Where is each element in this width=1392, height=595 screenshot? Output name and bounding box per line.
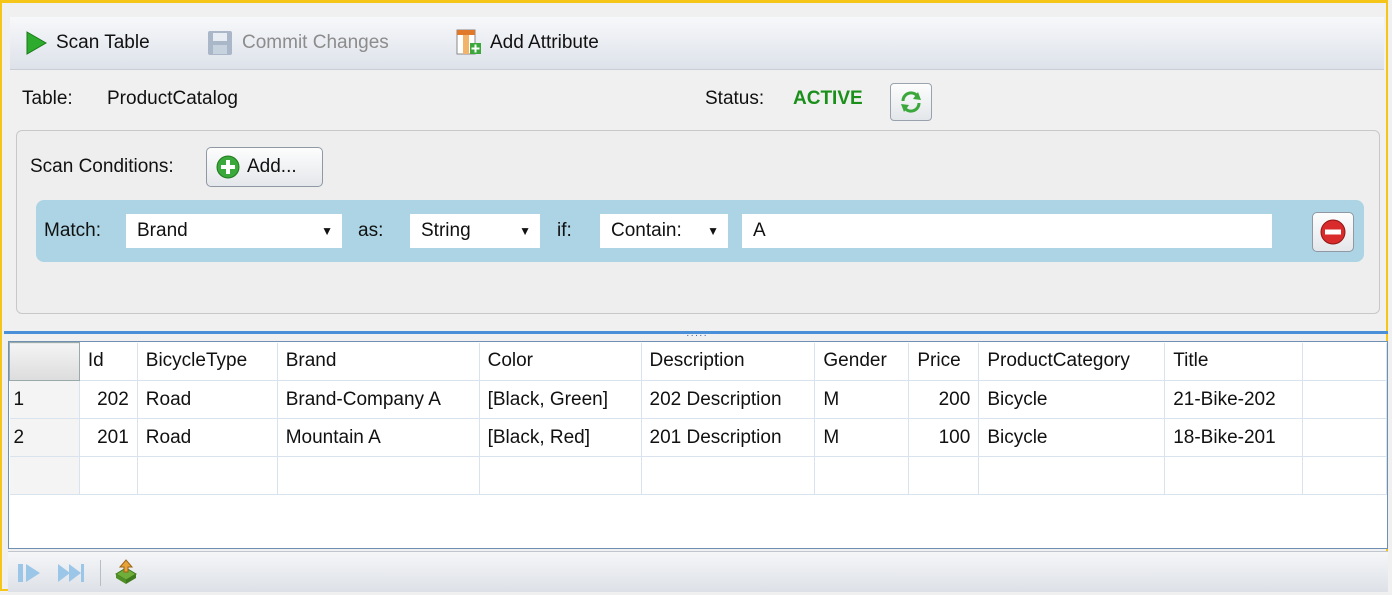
cell-gender[interactable]: M	[814, 380, 910, 419]
cell-gender[interactable]: M	[814, 418, 910, 457]
new-row-cell[interactable]	[479, 456, 642, 495]
fast-forward-icon[interactable]	[56, 562, 86, 584]
scan-table-button[interactable]: Scan Table	[24, 27, 150, 59]
commit-changes-label: Commit Changes	[242, 32, 389, 53]
table-name: ProductCatalog	[107, 88, 238, 109]
cell-description[interactable]: 202 Description	[641, 380, 816, 419]
refresh-icon	[901, 91, 921, 113]
table-row[interactable]: 1 202 Road Brand-Company A [Black, Green…	[9, 380, 1387, 419]
row-number[interactable]: 2	[9, 418, 80, 457]
chevron-down-icon: ▼	[519, 224, 531, 238]
toolbar: Scan Table Commit Changes Add Attribute	[10, 17, 1384, 70]
new-row-cell[interactable]	[978, 456, 1166, 495]
new-row-cell[interactable]	[641, 456, 816, 495]
status-value: ACTIVE	[793, 88, 863, 109]
select-all-corner[interactable]	[9, 342, 80, 381]
cell-filler	[1302, 456, 1387, 495]
column-header[interactable]: Gender	[814, 342, 910, 381]
row-number[interactable]	[9, 456, 80, 495]
save-icon	[208, 31, 232, 55]
new-row-cell[interactable]	[814, 456, 910, 495]
chevron-down-icon: ▼	[321, 224, 333, 238]
match-attribute-value: Brand	[137, 220, 188, 241]
export-icon[interactable]	[112, 558, 140, 586]
add-attribute-label: Add Attribute	[490, 32, 599, 53]
type-value: String	[421, 220, 471, 241]
scan-table-label: Scan Table	[56, 32, 150, 53]
paging-bar	[8, 551, 1388, 592]
new-row-cell[interactable]	[137, 456, 278, 495]
operator-value: Contain:	[611, 220, 682, 241]
cell-bicycletype[interactable]: Road	[137, 418, 278, 457]
toolbar-separator	[100, 560, 101, 586]
cell-price[interactable]: 200	[908, 380, 980, 419]
match-label: Match:	[44, 220, 102, 241]
refresh-button[interactable]	[890, 83, 932, 121]
main-window: Scan Table Commit Changes Add Attribute …	[0, 0, 1388, 592]
cell-price[interactable]: 100	[908, 418, 980, 457]
plus-circle-icon	[216, 155, 240, 179]
next-icon[interactable]	[16, 562, 42, 584]
new-row[interactable]	[9, 456, 1387, 495]
as-label: as:	[358, 220, 384, 241]
cell-title[interactable]: 18-Bike-201	[1164, 418, 1304, 457]
remove-condition-button[interactable]	[1312, 212, 1354, 252]
table-label: Table:	[22, 88, 73, 109]
status-label: Status:	[705, 88, 765, 109]
cell-productcategory[interactable]: Bicycle	[978, 380, 1166, 419]
add-condition-button[interactable]: Add...	[206, 147, 323, 187]
scan-conditions-label: Scan Conditions:	[30, 156, 174, 177]
cell-filler	[1302, 380, 1387, 419]
table-row[interactable]: 2 201 Road Mountain A [Black, Red] 201 D…	[9, 418, 1387, 457]
cell-productcategory[interactable]: Bicycle	[978, 418, 1166, 457]
play-icon	[26, 31, 47, 55]
column-header-filler	[1302, 342, 1387, 381]
chevron-down-icon: ▼	[707, 224, 719, 238]
cell-description[interactable]: 201 Description	[641, 418, 816, 457]
add-column-icon	[456, 29, 481, 55]
add-attribute-button[interactable]: Add Attribute	[456, 27, 599, 59]
column-header[interactable]: ProductCategory	[978, 342, 1166, 381]
column-header[interactable]: Description	[641, 342, 816, 381]
cell-color[interactable]: [Black, Green]	[479, 380, 642, 419]
results-grid: Id BicycleType Brand Color Description G…	[8, 341, 1388, 549]
cell-color[interactable]: [Black, Red]	[479, 418, 642, 457]
new-row-cell[interactable]	[1164, 456, 1304, 495]
column-header[interactable]: Title	[1164, 342, 1304, 381]
row-number[interactable]: 1	[9, 380, 80, 419]
cell-filler	[1302, 418, 1387, 457]
column-header[interactable]: BicycleType	[137, 342, 278, 381]
cell-id[interactable]: 201	[79, 418, 138, 457]
if-label: if:	[557, 220, 572, 241]
add-condition-label: Add...	[247, 156, 297, 177]
results-table: Id BicycleType Brand Color Description G…	[9, 342, 1387, 495]
cell-title[interactable]: 21-Bike-202	[1164, 380, 1304, 419]
new-row-cell[interactable]	[79, 456, 138, 495]
splitter-grip[interactable]: ·····	[677, 331, 717, 341]
minus-circle-icon	[1320, 219, 1346, 245]
column-header[interactable]: Id	[79, 342, 138, 381]
cell-brand[interactable]: Mountain A	[277, 418, 480, 457]
new-row-cell[interactable]	[277, 456, 480, 495]
operator-select[interactable]: Contain: ▼	[600, 214, 728, 248]
type-select[interactable]: String ▼	[410, 214, 540, 248]
condition-value-input[interactable]: A	[742, 214, 1272, 248]
commit-changes-button[interactable]: Commit Changes	[206, 27, 389, 59]
column-header[interactable]: Price	[908, 342, 980, 381]
cell-brand[interactable]: Brand-Company A	[277, 380, 480, 419]
match-attribute-select[interactable]: Brand ▼	[126, 214, 342, 248]
column-header[interactable]: Color	[479, 342, 642, 381]
column-header[interactable]: Brand	[277, 342, 480, 381]
cell-bicycletype[interactable]: Road	[137, 380, 278, 419]
cell-id[interactable]: 202	[79, 380, 138, 419]
new-row-cell[interactable]	[908, 456, 980, 495]
header-row: Id BicycleType Brand Color Description G…	[9, 342, 1387, 381]
